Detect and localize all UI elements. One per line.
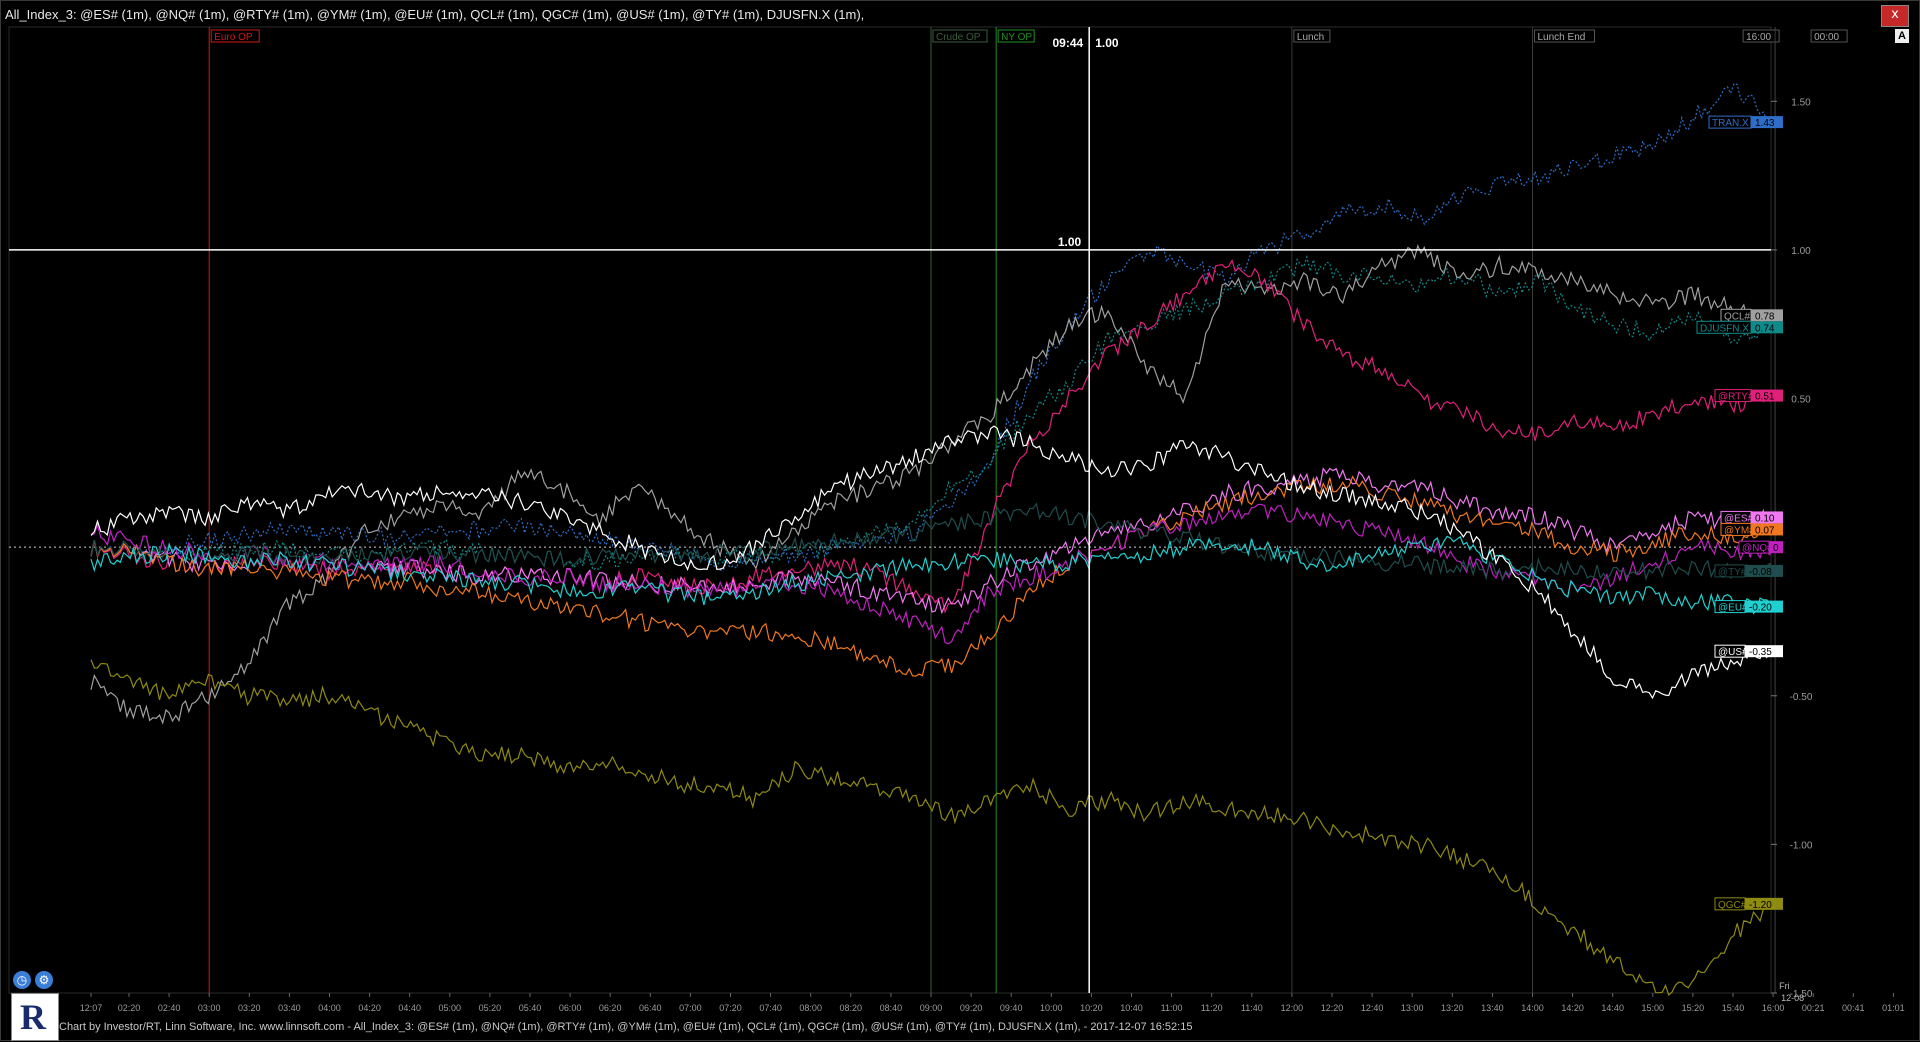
session-label: Euro OP <box>214 32 253 43</box>
y-tick-label: -0.50 <box>1790 692 1813 703</box>
x-tick-label: 12:20 <box>1321 1003 1344 1013</box>
x-tick-label: 12:07 <box>80 1003 103 1013</box>
x-tick-label: 08:20 <box>840 1003 863 1013</box>
x-tick-label: 00:41 <box>1842 1003 1865 1013</box>
x-tick-label: 03:20 <box>238 1003 261 1013</box>
series-value-us: -0.35 <box>1749 647 1772 658</box>
series-name-us: @US# <box>1718 647 1748 658</box>
series-line-qcl <box>90 244 1774 725</box>
series-name-nq: @NQ# <box>1742 543 1773 554</box>
series-name-djusfn-x: DJUSFN.X <box>1700 323 1749 334</box>
x-tick-label: 11:00 <box>1161 1003 1183 1013</box>
y-tick-label: 1.50 <box>1791 97 1811 108</box>
x-tick-label: 06:00 <box>559 1003 582 1013</box>
x-tick-label: 03:00 <box>198 1003 221 1013</box>
x-tick-label: 05:00 <box>439 1003 462 1013</box>
series-line-tran-x <box>90 82 1774 571</box>
session-label: 00:00 <box>1814 32 1839 43</box>
x-day-date: 12-08 <box>1781 993 1804 1003</box>
y-tick-label: 1.00 <box>1791 246 1811 257</box>
x-tick-label: 14:40 <box>1601 1003 1624 1013</box>
x-tick-label: 07:20 <box>719 1003 742 1013</box>
x-tick-label: 09:20 <box>960 1003 983 1013</box>
gear-icon[interactable]: ⚙ <box>35 971 53 989</box>
x-tick-label: 11:20 <box>1201 1003 1223 1013</box>
chart-area[interactable]: Euro OP Crude OP NY OP Lunch Lunch End 16:00 0… <box>1 1 1920 1042</box>
series-name-es: @ES# <box>1724 513 1753 524</box>
series-value-rty: 0.51 <box>1755 392 1775 403</box>
series-name-rty: @RTY# <box>1718 392 1754 403</box>
series-line-ty <box>90 502 1774 581</box>
x-tick-label: 00:21 <box>1802 1003 1825 1013</box>
x-tick-label: 13:00 <box>1401 1003 1424 1013</box>
series-name-tran-x: TRAN.X <box>1712 118 1749 129</box>
y-tick-label: 0.50 <box>1791 395 1811 406</box>
series-line-qgc <box>90 659 1774 997</box>
x-tick-label: 14:20 <box>1561 1003 1584 1013</box>
series-value-djusfn-x: 0.74 <box>1755 323 1775 334</box>
series-value-eu: -0.20 <box>1749 603 1772 614</box>
series-value-tran-x: 1.43 <box>1755 118 1775 129</box>
x-tick-label: 07:00 <box>679 1003 702 1013</box>
series-value-es: 0.10 <box>1755 513 1775 524</box>
session-label: 16:00 <box>1746 32 1771 43</box>
series-line-djusfn-x <box>90 254 1774 571</box>
x-tick-label: 15:00 <box>1642 1003 1665 1013</box>
series-line-ym <box>90 475 1774 677</box>
x-tick-label: 04:40 <box>398 1003 421 1013</box>
x-tick-label: 06:40 <box>639 1003 662 1013</box>
series-name-eu: @EU# <box>1718 603 1748 614</box>
series-line-es <box>90 467 1774 615</box>
status-bar: Chart by Investor/RT, Linn Software, Inc… <box>59 1021 1193 1033</box>
x-day-label: Fri <box>1779 981 1790 991</box>
x-tick-label: 12:40 <box>1361 1003 1384 1013</box>
x-tick-label: 13:20 <box>1441 1003 1464 1013</box>
chart-window: All_Index_3: @ES# (1m), @NQ# (1m), @RTY#… <box>0 0 1920 1041</box>
x-tick-label: 05:40 <box>519 1003 542 1013</box>
x-tick-label: 11:40 <box>1241 1003 1263 1013</box>
series-value-qcl: 0.78 <box>1755 311 1775 322</box>
x-tick-label: 10:20 <box>1080 1003 1103 1013</box>
session-label: NY OP <box>1001 32 1032 43</box>
x-tick-label: 16:00 <box>1762 1003 1785 1013</box>
x-tick-label: 04:20 <box>358 1003 381 1013</box>
crosshair-horizontal-label: 1.00 <box>1058 235 1082 249</box>
x-tick-label: 14:00 <box>1521 1003 1544 1013</box>
logo: R <box>11 993 59 1041</box>
series-value-qgc: -1.20 <box>1749 900 1772 911</box>
x-tick-label: 13:40 <box>1481 1003 1504 1013</box>
x-tick-label: 15:20 <box>1682 1003 1705 1013</box>
x-tick-label: 09:40 <box>1000 1003 1023 1013</box>
series-name-qgc: QGC# <box>1718 900 1747 911</box>
x-tick-label: 09:00 <box>920 1003 943 1013</box>
x-tick-label: 06:20 <box>599 1003 622 1013</box>
x-tick-label: 01:01 <box>1882 1003 1905 1013</box>
session-label: Lunch <box>1297 32 1324 43</box>
x-tick-label: 10:00 <box>1040 1003 1063 1013</box>
session-label: Lunch End <box>1538 32 1586 43</box>
crosshair-value-label: 1.00 <box>1095 36 1119 50</box>
series-name-ty: @TY# <box>1718 567 1747 578</box>
crosshair-time-label: 09:44 <box>1052 36 1083 50</box>
x-tick-label: 08:00 <box>799 1003 822 1013</box>
clock-icon[interactable]: ◷ <box>13 971 31 989</box>
x-tick-label: 07:40 <box>759 1003 782 1013</box>
x-tick-label: 08:40 <box>880 1003 903 1013</box>
x-tick-label: 04:00 <box>318 1003 341 1013</box>
series-value-nq: 0 <box>1773 543 1779 554</box>
series-value-ty: -0.08 <box>1749 567 1772 578</box>
x-tick-label: 02:40 <box>158 1003 181 1013</box>
session-label: Crude OP <box>936 32 981 43</box>
x-tick-label: 10:40 <box>1120 1003 1143 1013</box>
logo-letter: R <box>20 997 46 1037</box>
x-tick-label: 15:40 <box>1722 1003 1745 1013</box>
x-tick-label: 02:20 <box>118 1003 141 1013</box>
series-value-ym: 0.07 <box>1755 525 1775 536</box>
x-tick-label: 05:20 <box>479 1003 502 1013</box>
series-name-qcl: QCL# <box>1724 311 1751 322</box>
x-tick-label: 12:00 <box>1281 1003 1304 1013</box>
series-name-ym: @YM# <box>1724 525 1755 536</box>
x-tick-label: 03:40 <box>278 1003 301 1013</box>
y-tick-label: -1.00 <box>1790 840 1813 851</box>
